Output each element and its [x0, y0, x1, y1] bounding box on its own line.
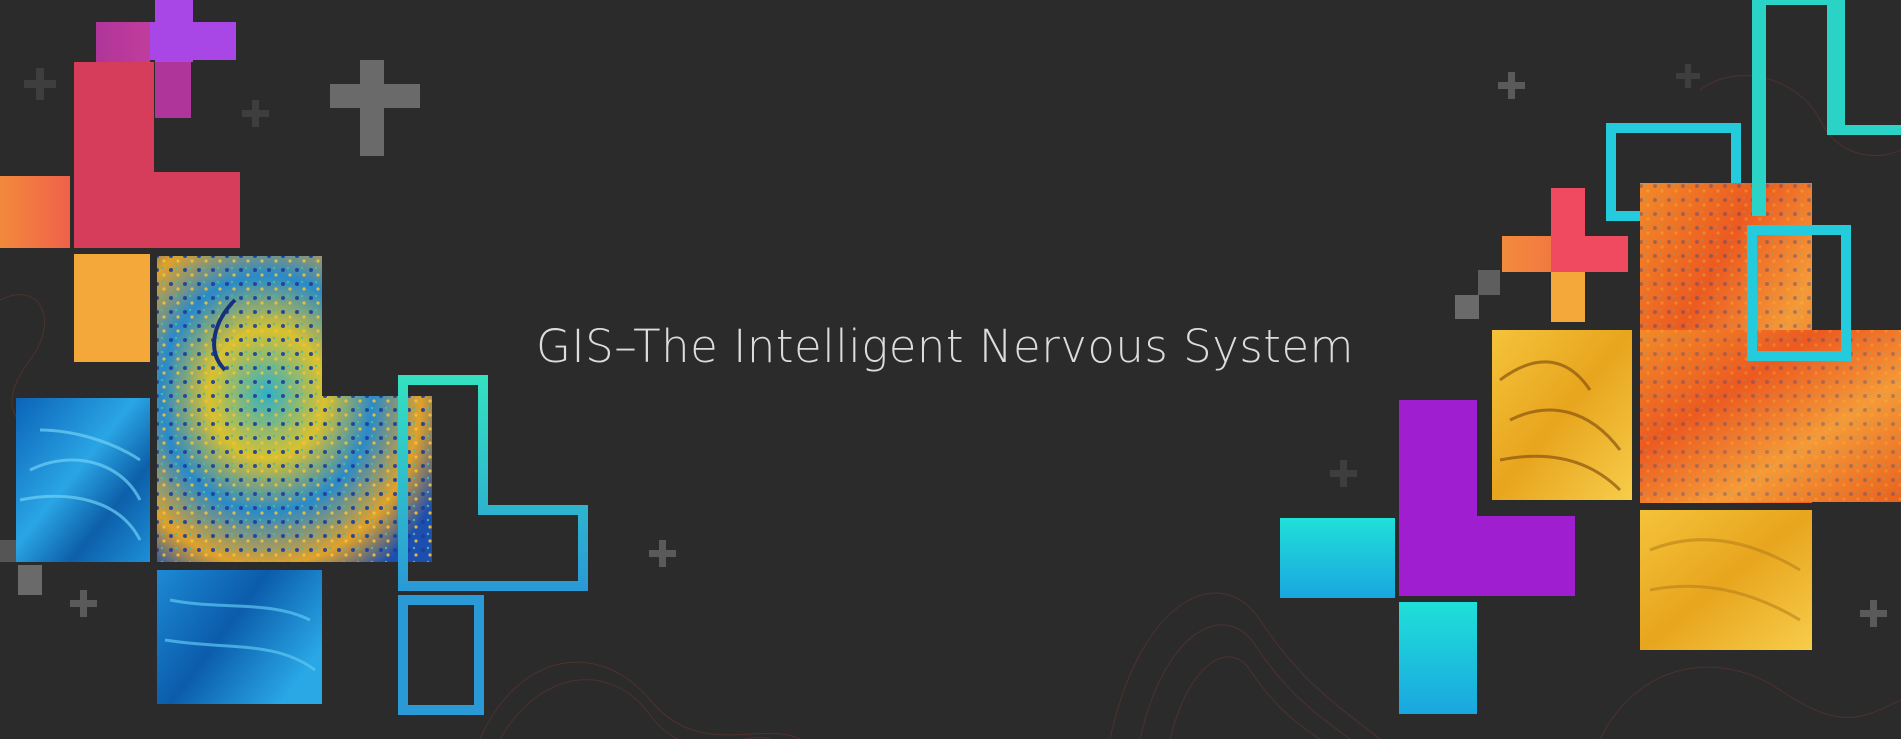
- banner-headline: GIS–The Intelligent Nervous System: [536, 320, 1354, 373]
- hero-banner: GIS–The Intelligent Nervous System: [0, 0, 1901, 739]
